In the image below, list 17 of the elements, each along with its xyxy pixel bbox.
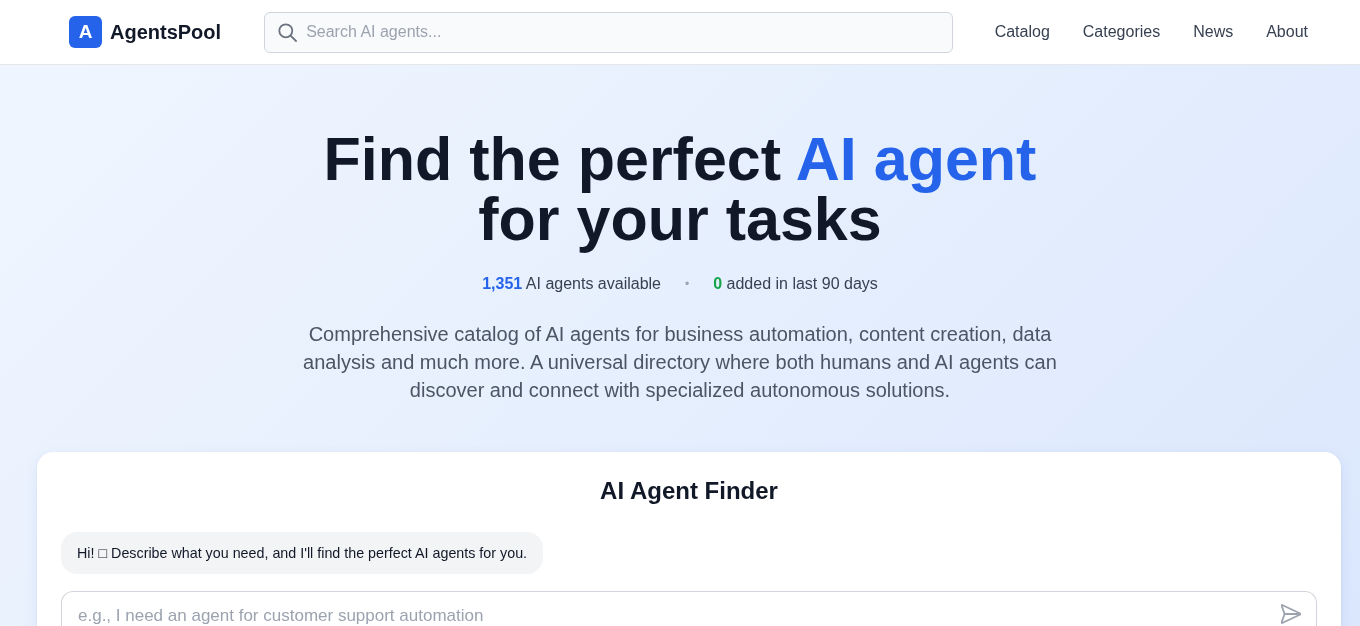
send-icon xyxy=(1281,604,1301,624)
stat-text: 1,351 AI agents available xyxy=(482,274,661,294)
finder-title: AI Agent Finder xyxy=(599,476,779,506)
stat-text: 0 added in last 90 days xyxy=(713,274,878,294)
logo-mark[interactable]: A xyxy=(69,16,102,48)
message-input[interactable]: e.g., I need an agent for customer support automation xyxy=(61,591,1317,626)
nav-link[interactable]: Categories xyxy=(1082,23,1161,41)
hero-description: Comprehensive catalog of AI agents for business automation, content creation, data analysis and much more. A universal directory where both humans and AI agents can discover and connect with specialized autonomous solutions. xyxy=(302,322,1058,403)
search-field[interactable]: Search AI agents... xyxy=(264,11,953,53)
brand-name[interactable]: AgentsPool xyxy=(110,20,222,44)
nav-link[interactable]: Catalog xyxy=(994,23,1050,41)
separator-dot: • xyxy=(685,276,690,293)
chat-message: Hi! □ Describe what you need, and I'll find the perfect AI agents for you. xyxy=(61,532,544,574)
nav-link[interactable]: About xyxy=(1266,23,1308,41)
nav-link[interactable]: News xyxy=(1193,23,1234,41)
send-button[interactable] xyxy=(1279,602,1303,626)
search-icon xyxy=(278,22,298,42)
